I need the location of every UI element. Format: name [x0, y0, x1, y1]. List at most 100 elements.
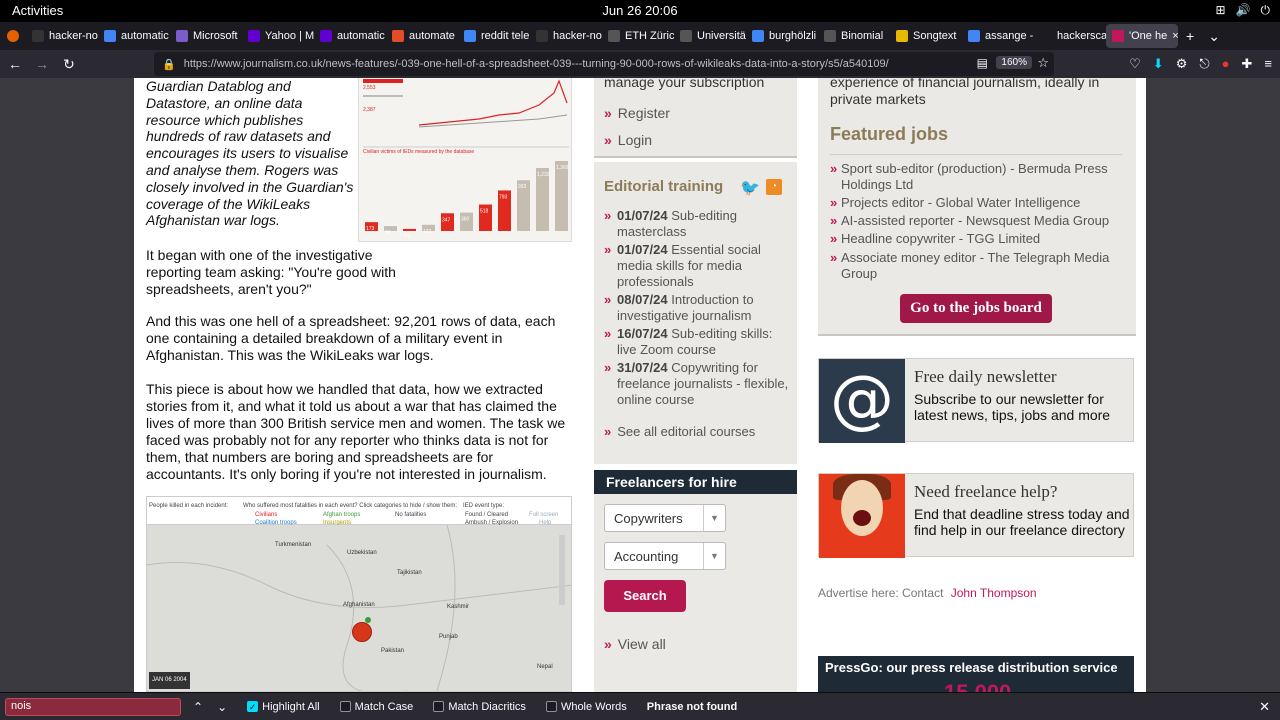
browser-tab[interactable]: hacker-no	[530, 22, 602, 50]
rss-icon[interactable]: ◔	[766, 179, 782, 195]
contact-link[interactable]: John Thompson	[951, 586, 1037, 600]
job-item[interactable]: » Projects editor - Global Water Intellig…	[830, 195, 1126, 211]
newsletter-title[interactable]: Free daily newsletter	[914, 367, 1057, 387]
freelancers-title: Freelancers for hire	[594, 470, 797, 494]
job-title[interactable]: Sport sub-editor (production) - Bermuda …	[841, 161, 1126, 193]
freelance-promo[interactable]: Need freelance help? End that deadline s…	[818, 473, 1134, 558]
war-logs-map[interactable]: People killed in each incident: Who suff…	[146, 496, 572, 692]
highlight-all-label: Highlight All	[262, 700, 320, 713]
incident-marker[interactable]	[365, 617, 371, 623]
list-tabs-icon[interactable]: ⌄	[1208, 28, 1220, 45]
browser-tab[interactable]: hackerscardc	[1034, 22, 1106, 50]
zoom-level[interactable]: 160%	[996, 56, 1032, 69]
view-all-link[interactable]: » View all	[604, 636, 666, 652]
course-item[interactable]: » 01/07/24 Essential social media skills …	[604, 242, 790, 290]
find-input[interactable]: nois	[5, 697, 181, 716]
clock[interactable]: Jun 26 20:06	[0, 3, 1280, 18]
incident-marker[interactable]	[352, 622, 372, 642]
job-title[interactable]: Associate money editor - The Telegraph M…	[841, 250, 1126, 282]
job-item[interactable]: » Headline copywriter - TGG Limited	[830, 231, 1126, 247]
chevron-icon: »	[604, 208, 612, 223]
newsletter-text[interactable]: Subscribe to our newsletter for latest n…	[914, 391, 1130, 423]
browser-tab[interactable]: Microsoft	[170, 22, 242, 50]
lock-icon[interactable]: 🔒	[162, 58, 176, 71]
browser-tab[interactable]: burghölzli	[746, 22, 818, 50]
new-tab-icon[interactable]: +	[1186, 28, 1194, 44]
menu-icon[interactable]: ≡	[1264, 56, 1272, 72]
map-label: Turkmenistan	[275, 542, 312, 548]
course-item[interactable]: » 08/07/24 Introduction to investigative …	[604, 292, 790, 324]
chevron-icon: »	[604, 292, 612, 307]
match-diacritics-checkbox[interactable]: Match Diacritics	[433, 701, 526, 713]
manage-subscription[interactable]: manage your subscription	[604, 78, 764, 90]
course-item[interactable]: » 01/07/24 Sub-editing masterclass	[604, 208, 790, 240]
browser-tab[interactable]: Songtext	[890, 22, 962, 50]
map-label: Tajikistan	[397, 570, 422, 576]
match-case-checkbox[interactable]: Match Case	[339, 701, 413, 713]
puzzle-icon[interactable]: ✚	[1242, 56, 1253, 72]
browser-tab[interactable]: Binomial	[818, 22, 890, 50]
skill-select[interactable]: Accounting ▼	[604, 542, 726, 570]
course-item[interactable]: » 16/07/24 Sub-editing skills: live Zoom …	[604, 326, 790, 358]
reader-view-icon[interactable]: ▤	[977, 56, 988, 70]
whole-words-checkbox[interactable]: Whole Words	[545, 701, 627, 713]
pressgo-title[interactable]: PressGo: our press release distribution …	[818, 656, 1134, 675]
checkbox-box	[545, 701, 557, 712]
job-item[interactable]: » AI-assisted reporter - Newsquest Media …	[830, 213, 1126, 229]
browser-tab[interactable]: hacker-no	[26, 22, 98, 50]
reload-button[interactable]: ↻	[57, 56, 81, 73]
adblock-icon[interactable]: ●	[1222, 56, 1230, 72]
highlight-all-checkbox[interactable]: ✓ Highlight All	[247, 700, 320, 713]
job-item[interactable]: » Associate money editor - The Telegraph …	[830, 250, 1126, 282]
browser-tab[interactable]: 'One he ×	[1106, 24, 1178, 48]
register-link[interactable]: » Register	[604, 105, 670, 121]
newsletter-promo[interactable]: @ Free daily newsletter Subscribe to our…	[818, 358, 1134, 443]
firefox-view-button[interactable]	[0, 22, 26, 50]
find-previous-icon[interactable]: ⌃	[193, 700, 203, 714]
back-button[interactable]: ←	[3, 56, 27, 72]
browser-tab[interactable]: automate	[386, 22, 458, 50]
bookmark-star-icon[interactable]: ☆	[1037, 55, 1049, 71]
system-tray[interactable]: ⊞ 🔊 ⏻	[1215, 3, 1270, 18]
forward-button[interactable]: →	[30, 56, 54, 72]
browser-tab[interactable]: ETH Züric	[602, 22, 674, 50]
editorial-training-title[interactable]: Editorial training	[604, 178, 723, 195]
jobs-board-button[interactable]: Go to the jobs board	[900, 294, 1052, 323]
url-text[interactable]: https://www.journalism.co.uk/news-featur…	[184, 58, 944, 70]
downloads-icon[interactable]: ⬇	[1153, 56, 1164, 72]
job-title[interactable]: AI-assisted reporter - Newsquest Media G…	[841, 213, 1126, 229]
chart-bar-label: 360	[461, 217, 470, 223]
job-item[interactable]: » Sport sub-editor (production) - Bermuda…	[830, 161, 1126, 193]
close-icon[interactable]: ✕	[1259, 699, 1270, 715]
pocket-icon[interactable]: ♡	[1129, 56, 1141, 72]
search-button[interactable]: Search	[604, 580, 686, 612]
freelance-title[interactable]: Need freelance help?	[914, 482, 1057, 502]
browser-tab[interactable]: Yahoo | M	[242, 22, 314, 50]
extensions-icon[interactable]: ⚙	[1176, 56, 1188, 72]
browser-tab[interactable]: Universitä	[674, 22, 746, 50]
favicon-icon	[320, 30, 332, 42]
match-diacritics-label: Match Diacritics	[448, 700, 526, 713]
tab-label: reddit tele	[481, 30, 530, 42]
job-title[interactable]: Headline copywriter - TGG Limited	[841, 231, 1126, 247]
legend-nofatal[interactable]: No fatalities	[395, 507, 426, 524]
browser-tab[interactable]: assange -	[962, 22, 1034, 50]
twitter-icon[interactable]: 🐦	[740, 178, 760, 198]
browser-tab[interactable]: reddit tele	[458, 22, 530, 50]
url-bar[interactable]: 🔒 https://www.journalism.co.uk/news-feat…	[154, 52, 1054, 76]
course-item[interactable]: » 31/07/24 Copywriting for freelance jour…	[604, 360, 790, 408]
browser-tab[interactable]: automatic	[314, 22, 386, 50]
map-label: Pakistan	[381, 648, 405, 654]
freelancers-box: Freelancers for hire Copywriters ▼ Accou…	[594, 470, 797, 692]
addon-icon[interactable]: ⎋	[1199, 56, 1209, 72]
browser-tab[interactable]: automatic	[98, 22, 170, 50]
login-link[interactable]: » Login	[604, 132, 652, 148]
job-title[interactable]: Projects editor - Global Water Intellige…	[841, 195, 1126, 211]
checkbox-box	[433, 701, 445, 712]
category-select[interactable]: Copywriters ▼	[604, 504, 726, 532]
map-canvas[interactable]: Turkmenistan Afghanistan Pakistan Tajiki…	[147, 525, 571, 691]
find-next-icon[interactable]: ⌄	[217, 700, 227, 714]
freelance-text[interactable]: End that deadline stress today and find …	[914, 506, 1130, 538]
see-all-courses-link[interactable]: » See all editorial courses	[604, 424, 755, 439]
find-status: Phrase not found	[646, 700, 738, 713]
